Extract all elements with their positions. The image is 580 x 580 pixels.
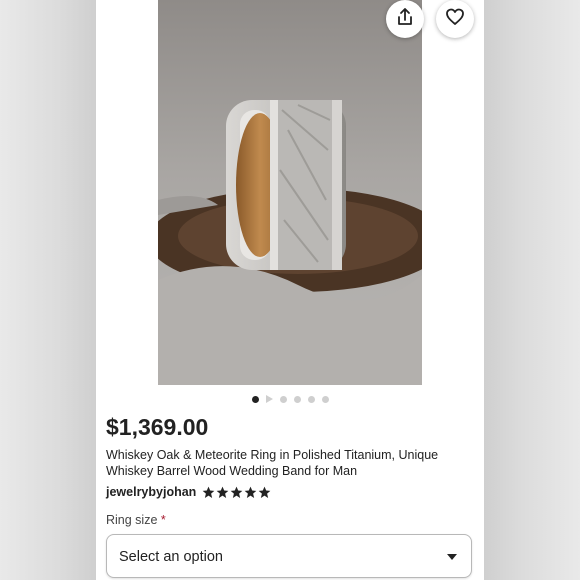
carousel-dot[interactable] (307, 395, 315, 403)
background-right (484, 0, 580, 580)
carousel-dot[interactable] (279, 395, 287, 403)
product-image[interactable] (158, 0, 422, 385)
star-icon (230, 486, 243, 498)
star-icon (244, 486, 257, 498)
ring-size-select-value: Select an option (119, 549, 223, 565)
ring-size-label-text: Ring size (106, 513, 158, 527)
ring-size-label: Ring size * (106, 513, 166, 527)
star-icon (258, 486, 271, 498)
seller-row: jewelrybyjohan (106, 485, 271, 499)
favorite-button[interactable] (436, 0, 474, 38)
star-icon (216, 486, 229, 498)
carousel-dot[interactable] (321, 395, 329, 403)
listing-card: $1,369.00 Whiskey Oak & Meteorite Ring i… (96, 0, 484, 580)
rating-stars[interactable] (202, 486, 271, 499)
star-icon (202, 486, 215, 498)
ring-size-select[interactable]: Select an option (106, 534, 472, 578)
video-play-icon[interactable] (265, 395, 273, 403)
price: $1,369.00 (106, 414, 209, 440)
seller-name[interactable]: jewelrybyjohan (106, 485, 196, 499)
heart-icon (445, 7, 465, 32)
carousel-dot[interactable] (293, 395, 301, 403)
required-mark: * (160, 513, 166, 527)
listing-title: Whiskey Oak & Meteorite Ring in Polished… (106, 448, 439, 478)
chevron-down-icon (447, 554, 457, 560)
image-carousel-dots[interactable] (96, 394, 484, 404)
share-button[interactable] (386, 0, 424, 38)
share-icon (395, 7, 415, 32)
carousel-dot[interactable] (251, 395, 259, 403)
background-left (0, 0, 96, 580)
